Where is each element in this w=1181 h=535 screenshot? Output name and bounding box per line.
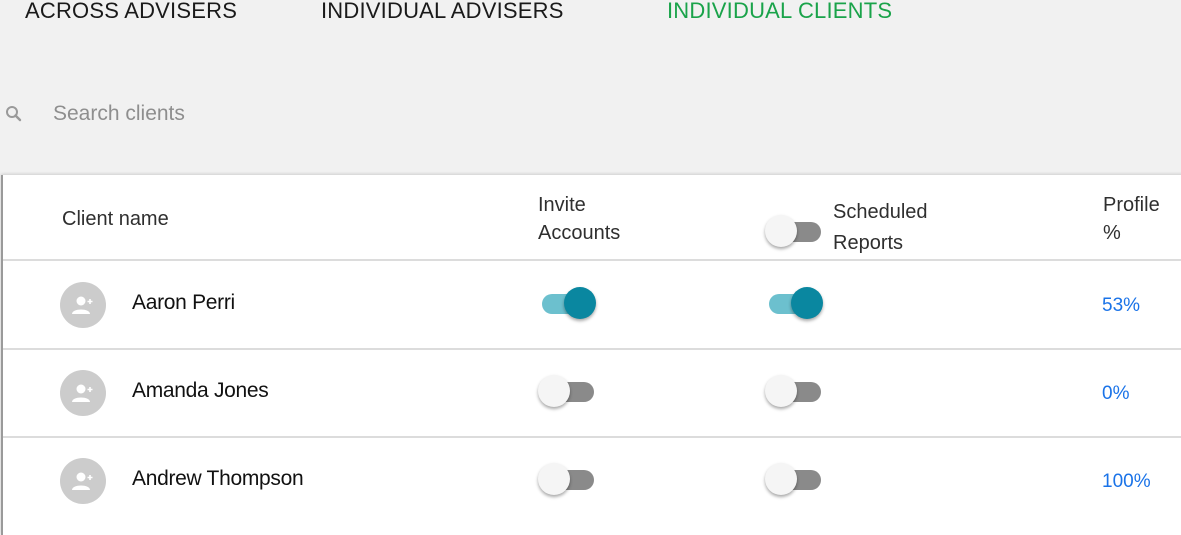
toggle-switch[interactable] (538, 461, 596, 495)
table-header: Client name Invite Accounts Scheduled Re… (3, 175, 1181, 261)
scheduled-reports-toggle[interactable] (765, 373, 823, 407)
tab-across-advisers[interactable]: ACROSS ADVISERS (25, 0, 237, 24)
header-scheduled-line2: Reports (833, 232, 904, 254)
search-icon (4, 104, 24, 124)
invite-accounts-toggle[interactable] (538, 461, 596, 495)
clients-table: Client name Invite Accounts Scheduled Re… (1, 175, 1181, 535)
profile-percent-link[interactable]: 100% (1102, 471, 1151, 493)
toggle-switch[interactable] (765, 461, 823, 495)
toggle-switch[interactable] (765, 213, 823, 247)
header-profile-line2: % (1103, 222, 1121, 244)
profile-percent-link[interactable]: 53% (1102, 295, 1140, 317)
add-person-icon (72, 296, 93, 314)
scheduled-reports-toggle[interactable] (765, 461, 823, 495)
toggle-switch[interactable] (765, 285, 823, 319)
add-person-icon (72, 384, 93, 402)
table-row[interactable]: Andrew Thompson 100% (3, 437, 1181, 526)
avatar (60, 282, 106, 328)
toggle-switch[interactable] (538, 373, 596, 407)
toggle-thumb (538, 463, 570, 495)
toggle-thumb (538, 375, 570, 407)
toggle-thumb (765, 463, 797, 495)
scheduled-reports-toggle[interactable] (765, 285, 823, 319)
toggle-thumb (791, 287, 823, 319)
profile-percent-link[interactable]: 0% (1102, 383, 1129, 405)
tab-bar: ACROSS ADVISERS INDIVIDUAL ADVISERS INDI… (0, 0, 1181, 30)
client-name[interactable]: Amanda Jones (132, 379, 269, 403)
invite-accounts-toggle[interactable] (538, 373, 596, 407)
toggle-thumb (765, 375, 797, 407)
tab-individual-clients[interactable]: INDIVIDUAL CLIENTS (667, 0, 892, 24)
client-name[interactable]: Aaron Perri (132, 291, 235, 315)
search-input[interactable] (53, 98, 553, 130)
header-scheduled-reports: Scheduled Reports (833, 197, 928, 259)
scheduled-reports-all-toggle[interactable] (765, 213, 823, 247)
header-scheduled-line1: Scheduled (833, 201, 928, 223)
add-person-icon (72, 472, 93, 490)
table-row[interactable]: Aaron Perri 53% (3, 261, 1181, 350)
header-profile-percent: Profile % (1103, 191, 1160, 247)
toggle-thumb (765, 215, 797, 247)
header-invite-line2: Accounts (538, 222, 621, 244)
header-client-name[interactable]: Client name (62, 205, 169, 233)
toggle-switch[interactable] (538, 285, 596, 319)
header-profile-line1: Profile (1103, 194, 1160, 216)
search-bar (0, 96, 600, 132)
avatar (60, 370, 106, 416)
avatar (60, 458, 106, 504)
toggle-switch[interactable] (765, 373, 823, 407)
tab-individual-advisers[interactable]: INDIVIDUAL ADVISERS (321, 0, 564, 24)
header-invite-line1: Invite (538, 194, 586, 216)
invite-accounts-toggle[interactable] (538, 285, 596, 319)
client-name[interactable]: Andrew Thompson (132, 467, 304, 491)
table-row[interactable]: Amanda Jones 0% (3, 349, 1181, 438)
toggle-thumb (564, 287, 596, 319)
header-invite-accounts: Invite Accounts (538, 191, 620, 247)
